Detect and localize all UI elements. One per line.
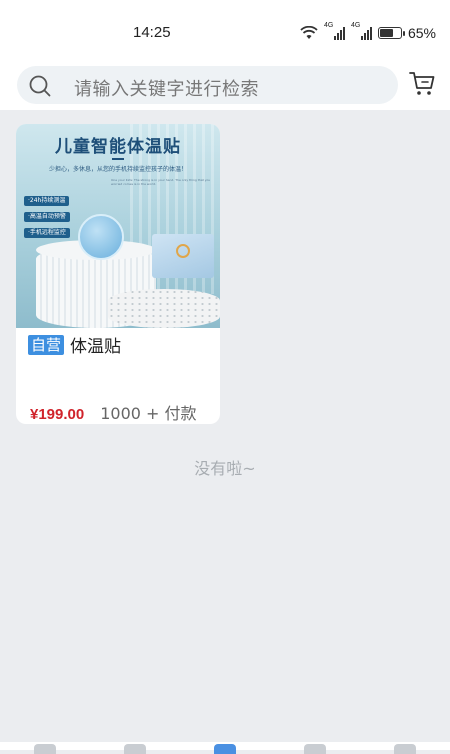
tab-profile[interactable] [394, 744, 416, 754]
product-name: 体温贴 [70, 332, 121, 357]
tab-category[interactable] [124, 744, 146, 754]
image-product-box [152, 234, 214, 278]
signal-icon-2: 4G [351, 26, 372, 40]
search-input[interactable]: 请输入关键字进行检索 [17, 66, 398, 104]
bottom-tab-bar [0, 742, 450, 750]
image-pedestal-small [108, 289, 220, 328]
top-bar: 请输入关键字进行检索 [0, 62, 450, 110]
product-card[interactable]: 儿童智能体温贴 少担心，多休息，从您的手机持续监控孩子的体温！ One your… [16, 124, 220, 424]
battery-percent: 65% [408, 25, 436, 41]
status-bar: 14:25 4G 4G 65% [0, 0, 450, 62]
cart-icon[interactable] [409, 70, 435, 98]
battery-icon [378, 27, 402, 39]
product-title-row: 自营 体温贴 [28, 332, 121, 357]
network-type-label-1: 4G [324, 22, 333, 29]
product-image[interactable]: 儿童智能体温贴 少担心，多休息，从您的手机持续监控孩子的体温！ One your… [16, 124, 220, 328]
wifi-icon [300, 26, 318, 40]
product-price: ¥199.00 [30, 406, 84, 423]
tab-mall[interactable] [214, 744, 236, 754]
self-operated-badge: 自营 [28, 335, 64, 355]
image-tiny-text: One your Kids: The strong is in your han… [111, 178, 211, 186]
price-row: ¥199.00 1000 + 付款 [30, 400, 197, 424]
search-placeholder: 请输入关键字进行检索 [74, 75, 259, 101]
image-feature-1: ·24h持续测温 [24, 196, 69, 206]
image-thermometer-patch [78, 214, 124, 260]
sales-count: 1000 + 付款 [100, 400, 196, 424]
end-of-list-note: 没有啦~ [0, 455, 450, 479]
image-headline: 儿童智能体温贴 [16, 132, 220, 157]
image-feature-3: ·手机远程监控 [24, 228, 70, 238]
network-type-label-2: 4G [351, 22, 360, 29]
status-icons: 4G 4G 65% [300, 24, 436, 42]
status-time: 14:25 [133, 24, 171, 41]
tab-messages[interactable] [304, 744, 326, 754]
tab-home[interactable] [34, 744, 56, 754]
search-icon [29, 75, 51, 97]
signal-icon-1: 4G [324, 26, 345, 40]
image-feature-2: ·高温自动预警 [24, 212, 70, 222]
image-subline: 少担心，多休息，从您的手机持续监控孩子的体温！ [16, 164, 220, 173]
